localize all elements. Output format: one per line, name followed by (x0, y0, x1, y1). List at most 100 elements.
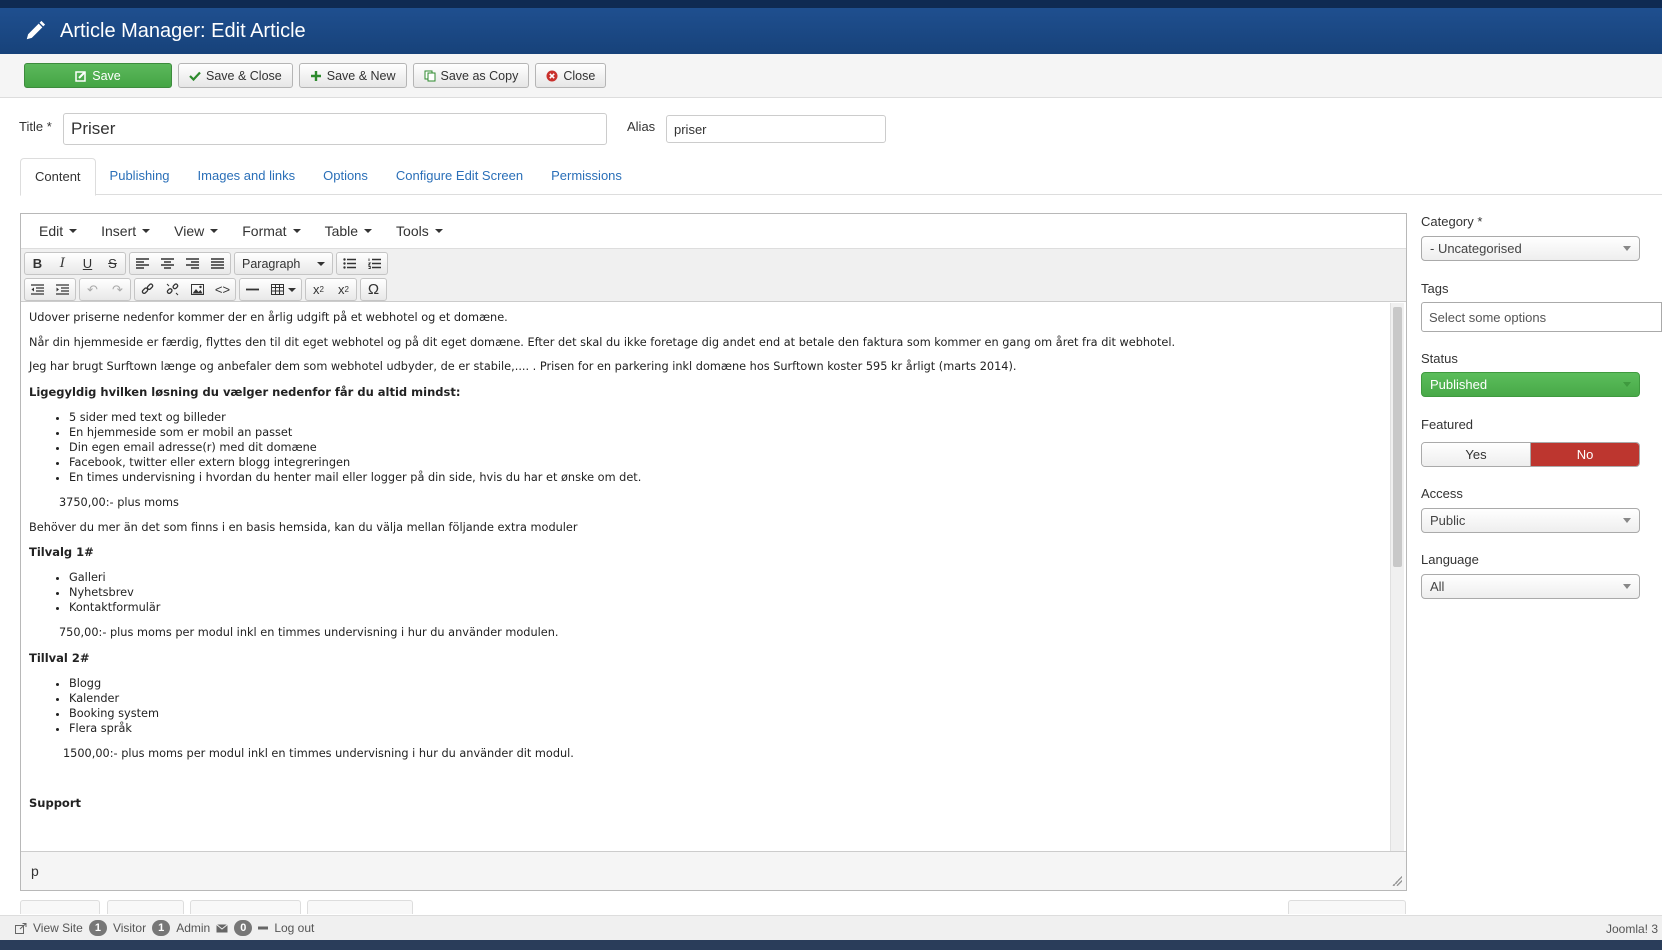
access-value: Public (1430, 513, 1466, 528)
top-strip (0, 0, 1662, 8)
tab-content[interactable]: Content (20, 158, 96, 196)
menu-edit[interactable]: Edit (27, 223, 89, 239)
indent-icon[interactable] (50, 279, 75, 300)
save-copy-button[interactable]: Save as Copy (412, 63, 530, 88)
unlink-icon[interactable] (160, 279, 185, 300)
chevron-down-icon (1623, 584, 1631, 589)
messages-count-badge[interactable]: 0 (234, 920, 253, 936)
paragraph: Når din hjemmeside er færdig, flyttes de… (29, 335, 1176, 349)
menu-tools-label: Tools (396, 223, 429, 239)
superscript-icon[interactable]: x2 (331, 279, 356, 300)
language-select[interactable]: All (1421, 574, 1640, 599)
caret-icon (364, 229, 373, 233)
featured-label: Featured (1421, 417, 1474, 432)
code-icon[interactable]: <> (210, 279, 235, 300)
block-format-select[interactable]: Paragraph (235, 253, 332, 274)
status-select[interactable]: Published (1421, 372, 1640, 397)
element-path[interactable]: p (31, 863, 39, 879)
plus-icon (310, 70, 321, 81)
menu-insert[interactable]: Insert (89, 223, 162, 239)
undo-icon[interactable]: ↶ (80, 279, 105, 300)
align-justify-icon[interactable] (205, 253, 230, 274)
horizontal-rule-icon[interactable] (240, 279, 265, 300)
toggle-editor-button-partial[interactable] (1288, 900, 1406, 914)
paragraph: Udover priserne nedenfor kommer der en å… (29, 311, 508, 324)
list-item: Kalender (69, 691, 1380, 706)
strikethrough-icon[interactable]: S (100, 253, 125, 274)
close-label: Close (563, 68, 596, 83)
editor-button-partial[interactable] (190, 900, 301, 914)
caret-icon (210, 229, 219, 233)
menu-table[interactable]: Table (313, 223, 384, 239)
editor-scrollbar[interactable] (1390, 303, 1404, 851)
title-input[interactable]: Priser (63, 113, 607, 145)
section-heading: Support (29, 795, 82, 810)
menu-view[interactable]: View (162, 223, 230, 239)
menu-edit-label: Edit (39, 223, 64, 239)
scrollbar-thumb[interactable] (1393, 307, 1402, 567)
menu-format[interactable]: Format (230, 223, 312, 239)
check-icon (189, 71, 201, 81)
format-toolbar: B I U S Paragraph ↶ ↷ <> x 2 x 2 Ω (21, 249, 1406, 302)
title-label: Title * (19, 119, 52, 134)
list-item: En times undervisning i hvordan du hente… (69, 470, 1380, 485)
view-site-link[interactable]: View Site (33, 921, 83, 935)
category-label: Category * (1421, 214, 1483, 229)
menu-view-label: View (174, 223, 205, 239)
editor-button-partial[interactable] (107, 900, 184, 914)
tags-input[interactable]: Select some options (1421, 302, 1662, 332)
editor-button-partial[interactable] (307, 900, 413, 914)
tab-bar: Content Publishing Images and links Opti… (20, 158, 1662, 196)
featured-no-button[interactable]: No (1531, 443, 1639, 466)
list-item: Din egen email adresse(r) med dit domæne (69, 440, 1380, 455)
action-toolbar: Save Save & Close Save & New Save as Cop… (0, 54, 1662, 98)
save-close-button[interactable]: Save & Close (178, 63, 293, 88)
redo-icon[interactable]: ↷ (105, 279, 130, 300)
menu-tools[interactable]: Tools (384, 223, 455, 239)
bullet-list-icon[interactable] (337, 253, 362, 274)
featured-toggle: Yes No (1421, 442, 1640, 467)
featured-yes-button[interactable]: Yes (1422, 443, 1531, 466)
outdent-icon[interactable] (25, 279, 50, 300)
save-button[interactable]: Save (24, 63, 172, 88)
resize-handle-icon[interactable] (1392, 876, 1402, 886)
caret-icon (142, 229, 151, 233)
italic-icon[interactable]: I (50, 253, 75, 274)
section-heading: Ligegyldig hvilken løsning du vælger ned… (29, 385, 461, 400)
special-character-icon[interactable]: Ω (361, 279, 386, 300)
access-select[interactable]: Public (1421, 508, 1640, 533)
joomla-version: Joomla! 3 (1605, 922, 1658, 936)
subscript-icon[interactable]: x2 (306, 279, 331, 300)
table-icon[interactable] (265, 279, 301, 300)
paragraph: Jeg har brugt Surftown længe og anbefale… (29, 360, 1017, 374)
tab-publishing[interactable]: Publishing (96, 158, 184, 195)
align-left-icon[interactable] (130, 253, 155, 274)
link-icon[interactable] (135, 279, 160, 300)
category-select[interactable]: - Uncategorised (1421, 236, 1640, 261)
access-label: Access (1421, 486, 1463, 501)
align-right-icon[interactable] (180, 253, 205, 274)
tab-options[interactable]: Options (309, 158, 382, 195)
alias-input[interactable]: priser (666, 115, 886, 143)
tab-configure-edit-screen[interactable]: Configure Edit Screen (382, 158, 537, 195)
list-item: Flera språk (69, 721, 1380, 736)
tab-images-links[interactable]: Images and links (184, 158, 310, 195)
bullet-list: Blogg Kalender Booking system Flera språ… (29, 676, 1380, 736)
save-new-button[interactable]: Save & New (298, 63, 407, 88)
tab-permissions[interactable]: Permissions (537, 158, 636, 195)
list-item: Blogg (69, 676, 1380, 691)
align-center-icon[interactable] (155, 253, 180, 274)
editor-button-partial[interactable] (20, 900, 100, 914)
os-taskbar (0, 940, 1662, 950)
underline-icon[interactable]: U (75, 253, 100, 274)
chevron-down-icon (1623, 382, 1631, 387)
numbered-list-icon[interactable] (362, 253, 387, 274)
image-icon[interactable] (185, 279, 210, 300)
status-value: Published (1430, 377, 1488, 392)
editor-content[interactable]: Udover priserne nedenfor kommer der en å… (21, 303, 1388, 851)
close-button[interactable]: Close (535, 63, 607, 88)
menu-table-label: Table (324, 223, 359, 239)
bold-icon[interactable]: B (25, 253, 50, 274)
status-label: Status (1421, 351, 1458, 366)
logout-link[interactable]: Log out (274, 921, 314, 935)
